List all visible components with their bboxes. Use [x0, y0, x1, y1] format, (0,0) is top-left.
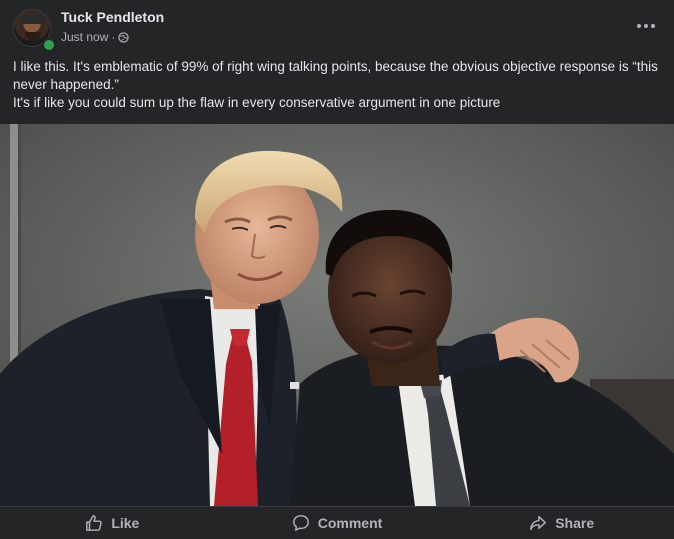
like-label: Like	[111, 515, 140, 531]
post-meta: Just now ·	[61, 30, 130, 44]
post-photo[interactable]	[0, 124, 674, 506]
post-text-line: It's if like you could sum up the flaw i…	[13, 95, 501, 110]
share-label: Share	[555, 515, 595, 531]
avatar-cap	[20, 13, 46, 24]
facebook-post: Tuck Pendleton Just now · I like this. I…	[0, 0, 674, 538]
more-horizontal-icon	[637, 24, 641, 28]
photo-illustration	[0, 124, 674, 506]
comment-button[interactable]: Comment	[225, 507, 450, 539]
more-dot	[644, 24, 648, 28]
post-text-line: I like this. It's emblematic of 99% of r…	[13, 59, 658, 92]
globe-icon[interactable]	[118, 31, 130, 43]
post-actions-bar: Like Comment Share	[0, 506, 674, 539]
comment-label: Comment	[317, 515, 383, 531]
meta-separator: ·	[111, 30, 116, 44]
speech-bubble-icon	[292, 515, 309, 531]
like-button[interactable]: Like	[0, 507, 225, 539]
share-button[interactable]: Share	[449, 507, 674, 539]
post-header: Tuck Pendleton Just now ·	[0, 0, 674, 56]
post-text: I like this. It's emblematic of 99% of r…	[13, 58, 663, 112]
author-name[interactable]: Tuck Pendleton	[61, 9, 164, 25]
more-dot	[651, 24, 655, 28]
online-status-dot	[42, 38, 56, 52]
avatar-beard	[25, 32, 41, 41]
share-arrow-icon	[530, 515, 547, 531]
more-options-button[interactable]	[632, 14, 660, 38]
timestamp[interactable]: Just now	[61, 30, 108, 44]
thumbs-up-icon	[86, 515, 103, 531]
